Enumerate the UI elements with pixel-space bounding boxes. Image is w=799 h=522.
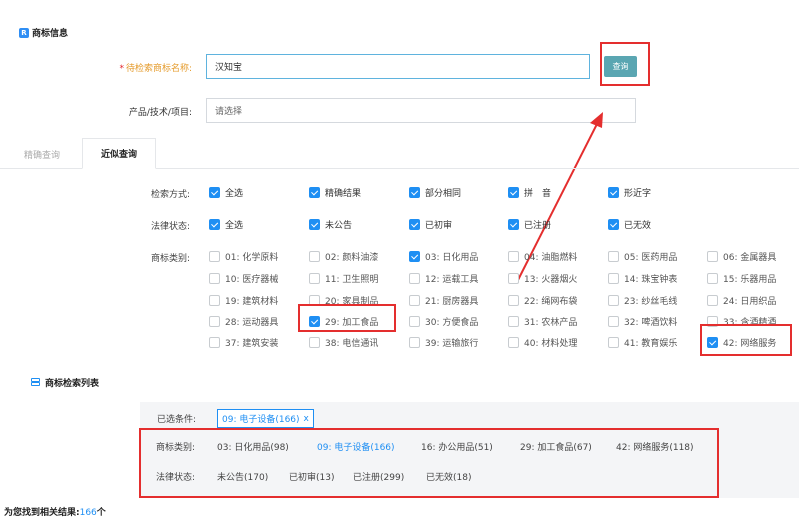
result-count: 为您找到相关结果:166个	[4, 508, 106, 518]
category-option[interactable]: 38: 电信通讯	[309, 336, 378, 349]
status-option[interactable]: 未公告	[309, 218, 352, 231]
category-option[interactable]: 24: 日用织品	[707, 294, 776, 307]
category-option[interactable]: 02: 颜料油漆	[309, 250, 378, 263]
brand-logo-icon: R	[19, 27, 29, 38]
annotation-arrow	[517, 112, 603, 281]
selected-chip-label: 09: 电子设备(166)	[222, 415, 300, 425]
category-option[interactable]: 05: 医药用品	[608, 250, 677, 263]
checkbox-icon	[608, 251, 619, 262]
category-option[interactable]: 19: 建筑材料	[209, 294, 278, 307]
method-option[interactable]: 全选	[209, 186, 243, 199]
checkbox-icon	[508, 187, 519, 198]
checkbox-icon	[209, 316, 220, 327]
section-title: 商标信息	[32, 29, 69, 39]
category-option[interactable]: 23: 纱丝毛线	[608, 294, 677, 307]
category-option[interactable]: 06: 金属器具	[707, 250, 776, 263]
checkbox-icon	[409, 251, 420, 262]
status-label: 法律状态:	[150, 222, 190, 232]
category-option[interactable]: 40: 材料处理	[508, 336, 577, 349]
method-label: 检索方式:	[150, 190, 190, 200]
category-option[interactable]: 01: 化学原料	[209, 250, 278, 263]
results-header: 商标检索列表	[30, 376, 99, 389]
annotation-box-category-29	[298, 304, 396, 332]
category-option[interactable]: 39: 运输旅行	[409, 336, 478, 349]
category-option[interactable]: 22: 绳网布袋	[508, 294, 577, 307]
checkbox-icon	[409, 273, 420, 284]
status-option[interactable]: 已无效	[608, 218, 651, 231]
method-option[interactable]: 拼 音	[508, 186, 551, 199]
checkbox-icon	[608, 295, 619, 306]
checkbox-icon	[508, 316, 519, 327]
selected-label: 已选条件:	[157, 415, 197, 425]
annotation-box-query	[600, 42, 650, 86]
checkbox-icon	[608, 187, 619, 198]
checkbox-icon	[608, 337, 619, 348]
close-icon[interactable]: x	[304, 414, 309, 424]
status-option[interactable]: 已初审	[409, 218, 452, 231]
checkbox-icon	[608, 219, 619, 230]
status-option[interactable]: 全选	[209, 218, 243, 231]
annotation-box-category-42	[700, 324, 792, 356]
checkbox-icon	[608, 273, 619, 284]
checkbox-icon	[209, 187, 220, 198]
category-option[interactable]: 21: 厨房器具	[409, 294, 478, 307]
category-option[interactable]: 13: 火器烟火	[508, 272, 577, 285]
checkbox-icon	[409, 337, 420, 348]
checkbox-icon	[409, 187, 420, 198]
checkbox-icon	[409, 316, 420, 327]
product-label: 产品/技术/项目:	[128, 108, 192, 118]
trademark-name-label: * 待检索商标名称:	[119, 64, 192, 74]
checkbox-icon	[209, 251, 220, 262]
checkbox-icon	[707, 251, 718, 262]
category-option[interactable]: 03: 日化用品	[409, 250, 478, 263]
checkbox-icon	[309, 273, 320, 284]
method-option[interactable]: 形近字	[608, 186, 651, 199]
category-option[interactable]: 30: 方便食品	[409, 315, 478, 328]
checkbox-icon	[309, 219, 320, 230]
checkbox-icon	[409, 295, 420, 306]
checkbox-icon	[508, 337, 519, 348]
layers-icon	[30, 378, 41, 387]
tab-similar[interactable]: 近似查询	[82, 138, 156, 169]
checkbox-icon	[508, 273, 519, 284]
category-option[interactable]: 12: 运载工具	[409, 272, 478, 285]
checkbox-icon	[309, 187, 320, 198]
checkbox-icon	[309, 337, 320, 348]
checkbox-icon	[209, 219, 220, 230]
checkbox-icon	[707, 273, 718, 284]
method-option[interactable]: 部分相同	[409, 186, 461, 199]
tab-exact[interactable]: 精确查询	[12, 140, 72, 168]
category-option[interactable]: 31: 农林产品	[508, 315, 577, 328]
category-option[interactable]: 11: 卫生照明	[309, 272, 378, 285]
checkbox-icon	[209, 273, 220, 284]
checkbox-icon	[508, 295, 519, 306]
method-option[interactable]: 精确结果	[309, 186, 361, 199]
section-header: R 商标信息	[19, 26, 68, 39]
category-option[interactable]: 41: 教育娱乐	[608, 336, 677, 349]
checkbox-icon	[409, 219, 420, 230]
checkbox-icon	[508, 219, 519, 230]
trademark-name-input[interactable]: 汉知宝	[206, 54, 590, 79]
checkbox-icon	[309, 251, 320, 262]
category-option[interactable]: 15: 乐器用品	[707, 272, 776, 285]
checkbox-icon	[209, 337, 220, 348]
checkbox-icon	[608, 316, 619, 327]
annotation-box-summary	[139, 428, 719, 498]
category-option[interactable]: 37: 建筑安装	[209, 336, 278, 349]
checkbox-icon	[508, 251, 519, 262]
results-title: 商标检索列表	[45, 379, 100, 389]
checkbox-icon	[707, 295, 718, 306]
selected-chip[interactable]: 09: 电子设备(166) x	[217, 409, 314, 428]
category-option[interactable]: 10: 医疗器械	[209, 272, 278, 285]
category-option[interactable]: 14: 珠宝钟表	[608, 272, 677, 285]
category-option[interactable]: 28: 运动器具	[209, 315, 278, 328]
category-option[interactable]: 32: 啤酒饮料	[608, 315, 677, 328]
category-label: 商标类别:	[150, 254, 190, 264]
category-option[interactable]: 04: 油脂燃料	[508, 250, 577, 263]
checkbox-icon	[209, 295, 220, 306]
status-option[interactable]: 已注册	[508, 218, 551, 231]
